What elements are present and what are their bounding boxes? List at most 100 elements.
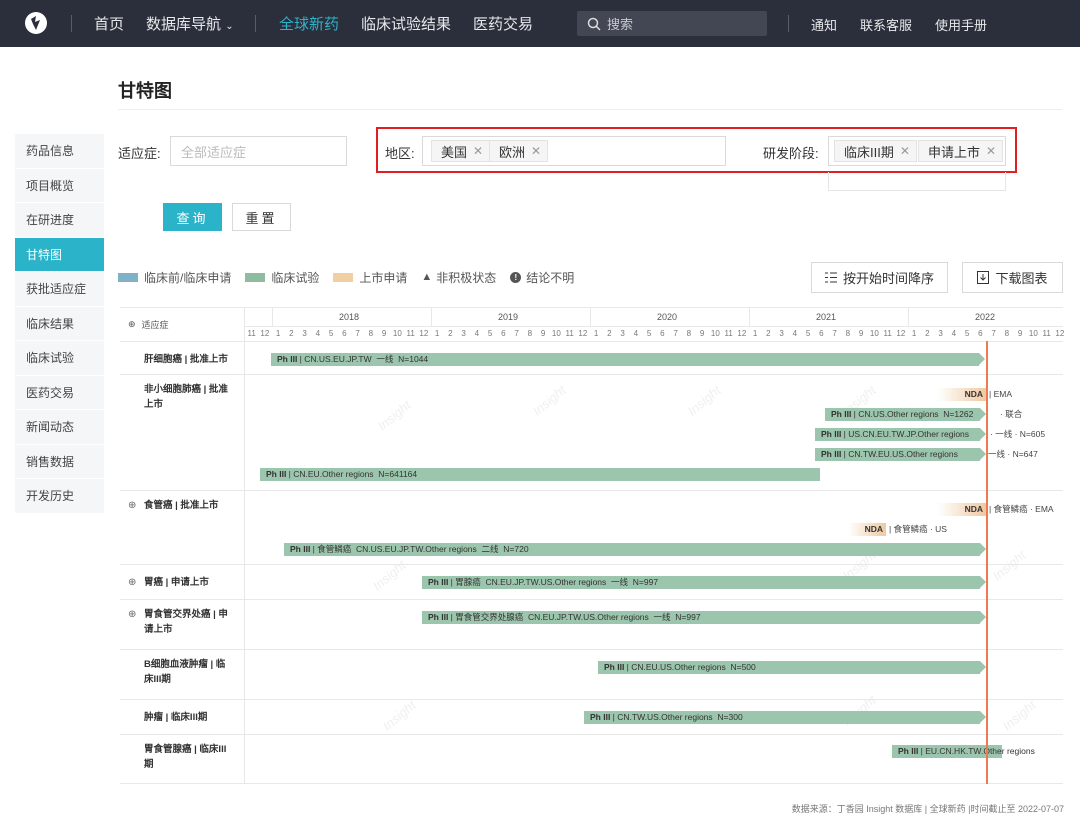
row-divider bbox=[120, 490, 1063, 491]
month-label: 10 bbox=[710, 329, 720, 338]
month-label: 4 bbox=[792, 329, 798, 338]
gantt-bar[interactable]: Ph III | CN.TW.US.Other regions N=300 bbox=[584, 711, 980, 724]
sidebar-item-clinical-results[interactable]: 临床结果 bbox=[15, 307, 104, 341]
year-label: 2018 bbox=[339, 312, 360, 322]
month-label: 1 bbox=[593, 329, 599, 338]
nav-pharma-deals[interactable]: 医药交易 bbox=[473, 13, 533, 34]
nda-region: | 食管鳞癌 · US bbox=[889, 524, 947, 534]
gantt-bar[interactable]: Ph III | CN.EU.Other regions N=641164 bbox=[260, 468, 820, 481]
legend-item: ▲ 非积极状态 bbox=[421, 270, 497, 285]
sidebar-item-clinical-trials[interactable]: 临床试验 bbox=[15, 341, 104, 376]
nav-notifications[interactable]: 通知 bbox=[811, 15, 837, 34]
row-label: 非小细胞肺癌 | 批准上市 bbox=[120, 374, 245, 490]
nda-marker[interactable]: NDA bbox=[848, 523, 886, 536]
year-divider bbox=[271, 308, 273, 326]
month-label: 8 bbox=[368, 329, 374, 338]
month-label: 3 bbox=[779, 329, 784, 338]
logo-icon[interactable] bbox=[24, 10, 48, 36]
legend-item: 临床前/临床申请 bbox=[118, 269, 231, 286]
nda-marker[interactable]: NDA bbox=[938, 503, 986, 516]
month-label: 11 bbox=[1042, 329, 1051, 338]
sidebar-item-approved-indications[interactable]: 获批适应症 bbox=[15, 272, 104, 307]
month-label: 7 bbox=[991, 329, 996, 338]
nda-marker[interactable]: NDA bbox=[938, 388, 986, 401]
month-label: 4 bbox=[474, 329, 480, 338]
exclamation-circle-icon: ! bbox=[510, 271, 522, 283]
close-icon[interactable]: ✕ bbox=[900, 144, 910, 158]
month-label: 7 bbox=[355, 329, 360, 338]
sidebar-item-progress[interactable]: 在研进度 bbox=[15, 203, 104, 238]
month-label: 2 bbox=[766, 329, 771, 338]
month-label: 1 bbox=[752, 329, 758, 338]
nav-contact-support[interactable]: 联系客服 bbox=[860, 15, 912, 34]
sidebar-item-news[interactable]: 新闻动态 bbox=[15, 410, 104, 445]
gantt-bar[interactable]: Ph III | CN.US.EU.JP.TW 一线 N=1044 bbox=[271, 353, 979, 366]
nav-user-manual[interactable]: 使用手册 bbox=[935, 15, 987, 34]
nda-region: | 食管鳞癌 · EMA bbox=[989, 504, 1054, 514]
gantt-bar[interactable]: Ph III | CN.TW.EU.US.Other regions bbox=[815, 448, 980, 461]
month-label: 5 bbox=[805, 329, 811, 338]
year-label: 2022 bbox=[975, 312, 996, 322]
plus-icon[interactable]: ⊕ bbox=[128, 498, 136, 513]
nav-home[interactable]: 首页 bbox=[94, 13, 124, 34]
bar-note: 一线 · N=647 bbox=[988, 449, 1038, 459]
gantt-bar[interactable]: Ph III | CN.US.Other regions N=1262 bbox=[825, 408, 980, 421]
download-chart-button[interactable]: 下载图表 bbox=[962, 262, 1063, 293]
legend-item: 临床试验 bbox=[245, 269, 319, 286]
triangle-icon: ▲ bbox=[421, 271, 433, 283]
nav-global-new-drugs[interactable]: 全球新药 bbox=[279, 13, 339, 34]
gantt-bar[interactable]: Ph III | 胃腺癌 CN.EU.JP.TW.US.Other region… bbox=[422, 576, 980, 589]
row-label: 肝细胞癌 | 批准上市 bbox=[120, 341, 245, 374]
row-label: B细胞血液肿瘤 | 临床III期 bbox=[120, 649, 245, 699]
indication-label: 适应症: bbox=[118, 146, 161, 161]
nav-divider bbox=[255, 15, 256, 32]
top-nav: 首页 数据库导航 ⌄ 全球新药 临床试验结果 医药交易 搜索 通知 联系客服 使… bbox=[0, 0, 1080, 47]
sidebar-item-sales[interactable]: 销售数据 bbox=[15, 445, 104, 479]
year-label: 2021 bbox=[816, 312, 837, 322]
month-label: 11 bbox=[883, 329, 892, 338]
nav-database[interactable]: 数据库导航 ⌄ bbox=[146, 13, 234, 34]
sidebar-item-gantt[interactable]: 甘特图 bbox=[15, 237, 104, 272]
sort-button[interactable]: 按开始时间降序 bbox=[811, 262, 948, 293]
row-label: ⊕ 胃食管交界处癌 | 申请上市 bbox=[120, 599, 245, 649]
sidebar-item-deals[interactable]: 医药交易 bbox=[15, 376, 104, 410]
phase-label: 研发阶段: bbox=[763, 146, 819, 161]
sidebar: 药品信息 项目概览 在研进度 甘特图 获批适应症 临床结果 临床试验 医药交易 … bbox=[15, 134, 104, 514]
plus-icon[interactable]: ⊕ bbox=[128, 575, 136, 590]
indication-select[interactable]: 全部适应症 bbox=[170, 136, 347, 166]
reset-button[interactable]: 重置 bbox=[232, 203, 291, 231]
gantt-bar[interactable]: Ph III | 食管鳞癌 CN.US.EU.JP.TW.Other regio… bbox=[284, 543, 980, 556]
gantt-bar[interactable]: Ph III | US.CN.EU.TW.JP.Other regions bbox=[815, 428, 980, 441]
legend: 临床前/临床申请 临床试验 上市申请 ▲ 非积极状态 ! 结论不明 bbox=[118, 269, 588, 285]
sidebar-item-drug-info[interactable]: 药品信息 bbox=[15, 134, 104, 169]
nav-divider bbox=[71, 15, 72, 32]
plus-icon[interactable]: ⊕ bbox=[128, 319, 136, 330]
phase-tag-ph3: 临床III期 ✕ bbox=[834, 140, 917, 162]
watermark: Insight bbox=[999, 697, 1039, 734]
close-icon[interactable]: ✕ bbox=[473, 144, 483, 158]
row-divider bbox=[120, 699, 1063, 700]
month-label: 3 bbox=[461, 329, 466, 338]
month-label: 9 bbox=[1017, 329, 1023, 338]
watermark: Insight bbox=[684, 382, 724, 419]
plus-icon[interactable]: ⊕ bbox=[128, 607, 136, 622]
month-label: 10 bbox=[551, 329, 561, 338]
chevron-down-icon: ⌄ bbox=[225, 21, 234, 32]
gantt-bar[interactable]: Ph III | 胃食管交界处腺癌 CN.EU.JP.TW.US.Other r… bbox=[422, 611, 980, 624]
month-label: 12 bbox=[896, 329, 906, 338]
nav-clinical-results[interactable]: 临床试验结果 bbox=[361, 13, 451, 34]
row-divider bbox=[120, 649, 1063, 650]
close-icon[interactable]: ✕ bbox=[986, 144, 996, 158]
month-label: 12 bbox=[578, 329, 588, 338]
month-label: 5 bbox=[646, 329, 652, 338]
header-divider bbox=[245, 326, 1063, 327]
query-button[interactable]: 查询 bbox=[163, 203, 222, 231]
sidebar-item-overview[interactable]: 项目概览 bbox=[15, 169, 104, 203]
region-label: 地区: bbox=[385, 146, 415, 161]
month-label: 12 bbox=[419, 329, 429, 338]
month-label: 6 bbox=[978, 329, 983, 338]
sidebar-item-history[interactable]: 开发历史 bbox=[15, 479, 104, 514]
search-input[interactable]: 搜索 bbox=[577, 11, 767, 36]
gantt-bar[interactable]: Ph III | CN.EU.US.Other regions N=500 bbox=[598, 661, 980, 674]
close-icon[interactable]: ✕ bbox=[531, 144, 541, 158]
